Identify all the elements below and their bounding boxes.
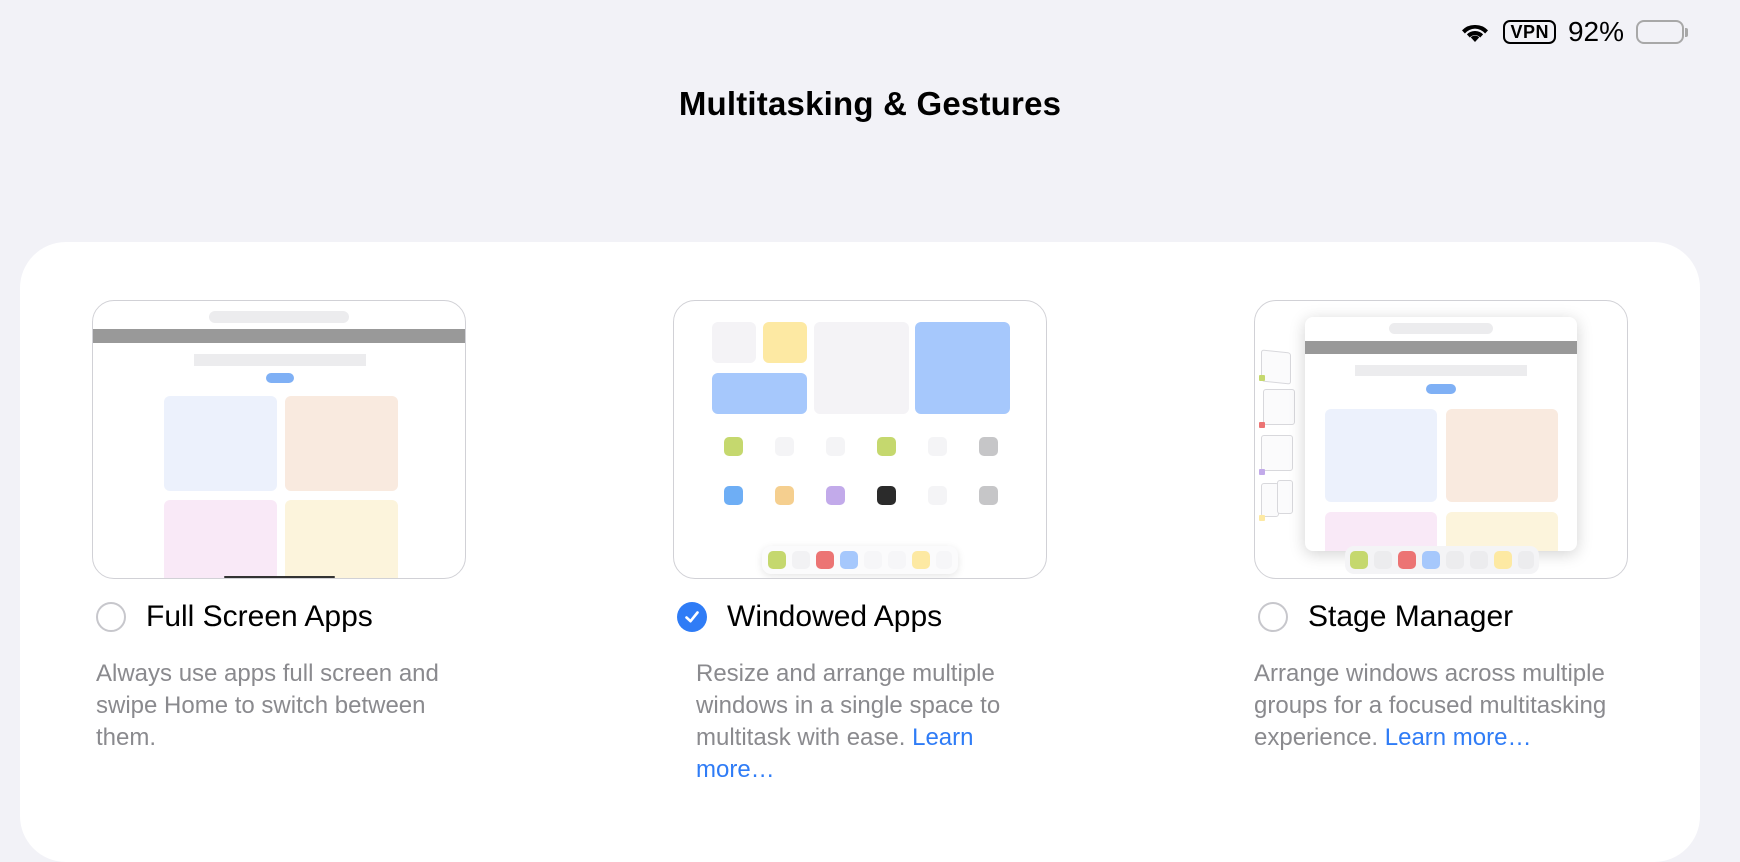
wifi-icon	[1462, 24, 1489, 42]
option-label: Stage Manager	[1308, 600, 1514, 633]
dock	[762, 546, 958, 574]
widget	[763, 322, 807, 363]
radio-button[interactable]	[96, 602, 126, 632]
app-icon	[877, 486, 896, 505]
app-icon	[775, 437, 794, 456]
preview-tile	[285, 396, 398, 491]
app-icon	[724, 437, 743, 456]
preview-toolbar	[93, 329, 465, 343]
app-icon	[775, 486, 794, 505]
dock	[1345, 546, 1539, 574]
preview-tile	[285, 500, 398, 578]
preview-heading	[194, 354, 366, 366]
widget	[712, 322, 756, 363]
option-label: Full Screen Apps	[146, 600, 373, 633]
windowed-apps-radio-row[interactable]: Windowed Apps	[673, 600, 942, 634]
preview-tile	[164, 396, 277, 491]
stage-manager-preview[interactable]	[1254, 300, 1628, 579]
preview-tab-pill	[209, 311, 349, 323]
full-screen-apps-radio-row[interactable]: Full Screen Apps	[92, 600, 373, 634]
stage-thumbnail	[1261, 349, 1291, 385]
app-icon	[928, 437, 947, 456]
option-description: Arrange windows across multiple groups f…	[1254, 660, 1607, 751]
app-icon	[979, 437, 998, 456]
checkmark-icon	[685, 611, 699, 623]
option-description: Always use apps full screen and swipe Ho…	[96, 660, 439, 751]
status-bar: VPN 92%	[1459, 14, 1688, 50]
battery-icon	[1636, 20, 1688, 44]
app-icon	[724, 486, 743, 505]
widget	[814, 322, 909, 414]
app-icon	[826, 437, 845, 456]
app-icon	[877, 437, 896, 456]
radio-button[interactable]	[1258, 602, 1288, 632]
preview-button	[266, 373, 294, 383]
vpn-badge: VPN	[1503, 20, 1556, 44]
widget	[915, 322, 1010, 414]
app-icon	[826, 486, 845, 505]
learn-more-link[interactable]: Learn more…	[1385, 724, 1532, 751]
option-description: Resize and arrange multiple windows in a…	[696, 660, 1001, 783]
app-icon	[928, 486, 947, 505]
battery-percent: 92%	[1567, 16, 1624, 47]
option-label: Windowed Apps	[727, 600, 943, 633]
page-title: Multitasking & Gestures	[678, 85, 1062, 122]
stage-manager-radio-row[interactable]: Stage Manager	[1254, 600, 1513, 634]
radio-button-selected[interactable]	[677, 602, 707, 632]
stage-main-window	[1305, 317, 1577, 551]
app-icon	[979, 486, 998, 505]
stage-thumbnail	[1263, 389, 1295, 425]
stage-thumbnail	[1261, 435, 1293, 471]
home-indicator	[224, 576, 335, 578]
preview-tile	[164, 500, 277, 578]
full-screen-apps-preview[interactable]	[92, 300, 466, 579]
widget	[712, 373, 807, 414]
windowed-apps-preview[interactable]	[673, 300, 1047, 579]
